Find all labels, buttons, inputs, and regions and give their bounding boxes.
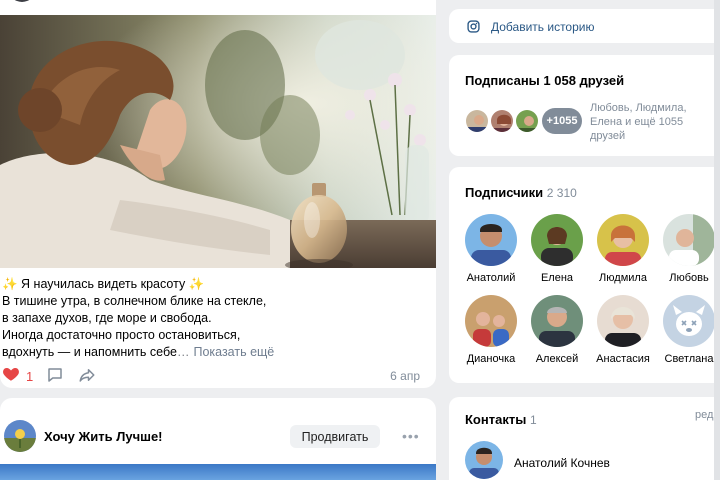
post-actions: 1 6 апр (0, 365, 436, 387)
follower-name: Дианочка (466, 353, 516, 365)
friend-avatar[interactable] (514, 108, 540, 134)
avatar (663, 214, 715, 266)
post-photo[interactable] (0, 15, 436, 268)
friend-avatar[interactable] (464, 108, 490, 134)
contact-avatar[interactable] (465, 441, 503, 479)
friends-more-badge[interactable]: +1055 (542, 108, 582, 134)
avatar (531, 214, 583, 266)
avatar (597, 214, 649, 266)
friend-avatar[interactable] (489, 108, 515, 134)
followers-count: 2 310 (546, 186, 577, 200)
like-count: 1 (26, 369, 34, 384)
post-text-line: Иногда достаточно просто остановиться, (2, 328, 241, 342)
post-photo-preview[interactable] (0, 464, 436, 480)
follower-name: Любовь (669, 272, 709, 284)
followers-card: Подписчики 2 310 Анатолий Елена Людмила … (449, 167, 720, 383)
avatar (597, 295, 649, 347)
follower-item[interactable]: Людмила (590, 214, 656, 284)
follower-name: Людмила (599, 272, 647, 284)
avatar (465, 295, 517, 347)
follower-item[interactable]: Любовь (656, 214, 720, 284)
follower-item[interactable]: Анастасия (590, 295, 656, 365)
follower-name: Алексей (535, 353, 579, 365)
group-post-card: Хочу Жить Лучше! Продвигать ••• (0, 398, 436, 480)
scrollbar[interactable] (714, 0, 720, 480)
follower-item[interactable]: Светлана (656, 295, 720, 365)
follower-name: Анастасия (596, 353, 650, 365)
follower-item[interactable]: Анатолий (458, 214, 524, 284)
contacts-title-label: Контакты (465, 412, 527, 427)
add-story-label: Добавить историю (491, 20, 595, 34)
follower-name: Анатолий (466, 272, 516, 284)
group-name[interactable]: Хочу Жить Лучше! (44, 429, 163, 444)
friends-title[interactable]: Подписаны 1 058 друзей (465, 73, 624, 88)
author-avatar[interactable] (8, 0, 36, 2)
followers-title-label: Подписчики (465, 185, 544, 200)
follower-item[interactable]: Дианочка (458, 295, 524, 365)
avatar (531, 295, 583, 347)
follower-item[interactable]: Алексей (524, 295, 590, 365)
promote-button[interactable]: Продвигать (290, 425, 380, 448)
show-more-link[interactable]: Показать ещё (193, 345, 274, 359)
contacts-count: 1 (529, 413, 537, 427)
post-text-line: ✨ Я научилась видеть красоту ✨ (2, 277, 205, 291)
instagram-icon (467, 20, 480, 38)
follower-name: Светлана (664, 353, 714, 365)
followers-title[interactable]: Подписчики 2 310 (465, 185, 577, 200)
follower-name: Елена (540, 272, 574, 284)
post-text: ✨ Я научилась видеть красоту ✨ В тишине … (2, 276, 432, 361)
post-date[interactable]: 6 апр (390, 369, 420, 383)
heart-icon (2, 365, 20, 388)
contact-name[interactable]: Анатолий Кочнев (514, 456, 610, 470)
post-text-line: в запахе духов, где море и свобода. (2, 311, 212, 325)
contacts-title[interactable]: Контакты 1 (465, 412, 537, 427)
contacts-card: Контакты 1 ред. Анатолий Кочнев (449, 397, 720, 480)
follower-item[interactable]: Елена (524, 214, 590, 284)
post-text-line-last: вдохнуть — и напомнить себе… Показать ещё (2, 344, 432, 361)
friends-names[interactable]: Любовь, Людмила, Елена и ещё 1055 друзей (590, 101, 715, 143)
avatar (465, 214, 517, 266)
deactivated-dog-icon (663, 295, 715, 347)
comment-icon[interactable] (46, 366, 64, 388)
post-text-fragment: вдохнуть — и напомнить себе (2, 345, 177, 359)
post-text-line: В тишине утра, в солнечном блике на стек… (2, 294, 267, 308)
ellipsis-fade: … (176, 345, 190, 359)
group-avatar[interactable] (4, 420, 36, 452)
add-story-card[interactable]: Добавить историю (449, 9, 720, 43)
share-icon[interactable] (78, 366, 96, 388)
post-card: ✨ Я научилась видеть красоту ✨ В тишине … (0, 0, 436, 388)
like-button[interactable]: 1 (2, 365, 33, 388)
more-icon[interactable]: ••• (402, 428, 420, 444)
